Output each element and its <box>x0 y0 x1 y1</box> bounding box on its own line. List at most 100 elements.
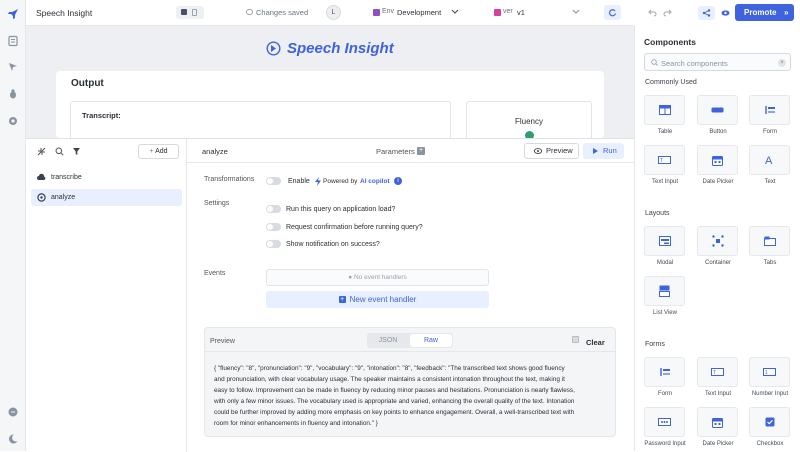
debugger-icon[interactable] <box>7 88 19 100</box>
svg-text:T: T <box>713 370 716 376</box>
query-list-sidebar: + Add transcribe analyze <box>26 139 187 452</box>
desktop-icon[interactable] <box>181 9 187 15</box>
fluency-card[interactable]: Fluency <box>466 101 592 141</box>
date-picker-icon <box>697 407 738 437</box>
undo-icon[interactable] <box>648 9 657 17</box>
forms-label: Forms <box>645 341 665 348</box>
redo-icon[interactable] <box>663 9 672 17</box>
query-name[interactable]: analyze <box>202 147 228 156</box>
component-label: Container <box>704 260 731 266</box>
openai-icon <box>37 193 46 202</box>
layouts-label: Layouts <box>645 210 670 217</box>
component-button[interactable]: Button <box>697 95 739 135</box>
promote-button[interactable]: Promote » <box>735 4 794 21</box>
app-name: Speech Insight <box>36 8 93 18</box>
env-value[interactable]: Development <box>397 8 441 17</box>
clear-icon[interactable] <box>572 336 579 343</box>
search-components-input[interactable]: Search components × <box>644 53 791 71</box>
sync-button[interactable] <box>604 5 621 20</box>
transcript-box[interactable]: Transcript: <box>70 101 451 141</box>
component-label: Date Picker <box>702 179 734 185</box>
component-list-view[interactable]: List View <box>644 276 686 316</box>
component-text-input[interactable]: T Text Input <box>644 145 686 185</box>
query-item-analyze[interactable]: analyze <box>31 189 182 206</box>
settings-label: Settings <box>204 200 230 207</box>
button-icon <box>697 95 738 125</box>
component-container[interactable]: Container <box>697 226 739 266</box>
version-chevron-down-icon[interactable] <box>572 9 580 15</box>
component-form[interactable]: Form <box>749 95 791 135</box>
settings-gear-icon[interactable] <box>7 115 19 127</box>
theme-toggle-icon[interactable] <box>7 433 19 445</box>
events-label: Events <box>204 270 226 277</box>
chat-icon[interactable] <box>7 406 19 418</box>
env-chevron-down-icon[interactable] <box>451 9 459 15</box>
search-placeholder: Search components <box>661 59 728 68</box>
event-handlers-box: ● No event handlers <box>266 269 489 286</box>
add-label: Add <box>155 148 168 155</box>
promote-label: Promote <box>744 8 777 17</box>
powered-by-label: Powered by <box>323 178 358 185</box>
filter-icon[interactable] <box>72 147 81 156</box>
component-date-picker[interactable]: Date Picker <box>697 407 739 447</box>
preview-tabs: JSON Raw <box>367 333 453 348</box>
share-button[interactable] <box>698 6 715 20</box>
confirmation-label: Request confirmation before running quer… <box>286 224 423 231</box>
run-on-load-toggle[interactable] <box>266 205 281 213</box>
component-date-picker[interactable]: Date Picker <box>697 145 739 185</box>
canvas-app-title: Speech Insight <box>287 39 394 57</box>
transformations-label: Transformations <box>204 176 255 183</box>
pages-icon[interactable] <box>7 35 19 47</box>
component-label: Form <box>658 391 672 397</box>
preview-button-label: Preview <box>546 146 573 155</box>
preview-line: could be further improved by adding more… <box>214 409 575 416</box>
component-password-input[interactable]: Password Input <box>644 407 686 447</box>
search-icon[interactable] <box>55 147 64 156</box>
component-tabs[interactable]: Tabs <box>749 226 791 266</box>
sync-icon <box>609 9 617 17</box>
collapse-icon[interactable] <box>37 147 46 156</box>
enable-label: Enable <box>288 178 310 185</box>
avatar[interactable]: L <box>326 5 341 20</box>
tab-json[interactable]: JSON <box>367 337 409 344</box>
component-modal[interactable]: Modal <box>644 226 686 266</box>
run-button[interactable]: Run <box>583 143 624 159</box>
preview-eye-icon[interactable] <box>721 9 730 17</box>
rocket-icon[interactable] <box>7 8 19 20</box>
components-title: Components <box>644 37 696 47</box>
version-value[interactable]: v1 <box>517 8 525 17</box>
component-number-input[interactable]: 1 Number Input <box>749 357 791 397</box>
mobile-icon[interactable] <box>192 9 197 16</box>
tab-raw[interactable]: Raw <box>410 334 452 347</box>
add-query-button[interactable]: + Add <box>138 144 179 159</box>
text-icon: A <box>749 145 790 175</box>
output-card[interactable]: Output Transcript: Fluency <box>56 71 604 141</box>
preview-line: { "fluency": "8", "pronunciation": "9", … <box>214 365 565 372</box>
component-checkbox[interactable]: Checkbox <box>749 407 791 447</box>
preview-section-label: Preview <box>210 338 235 345</box>
ai-copilot-link[interactable]: AI copilot <box>360 178 390 185</box>
info-icon[interactable]: i <box>394 177 402 185</box>
transformations-toggle[interactable] <box>266 177 281 185</box>
new-event-handler-button[interactable]: + New event handler <box>266 291 489 308</box>
env-icon <box>373 9 380 16</box>
query-item-transcribe[interactable]: transcribe <box>31 169 182 186</box>
notification-toggle[interactable] <box>266 240 281 248</box>
confirmation-toggle[interactable] <box>266 223 281 231</box>
app-canvas[interactable]: Speech Insight Output Transcript: Fluenc… <box>26 26 634 141</box>
inspector-icon[interactable] <box>7 61 19 73</box>
add-parameter-icon[interactable]: + <box>417 147 425 155</box>
clear-button[interactable]: Clear <box>586 338 605 347</box>
component-label: Form <box>763 129 777 135</box>
cloud-icon <box>37 173 46 180</box>
preview-panel: Preview JSON Raw Clear { "fluency": "8",… <box>204 327 616 437</box>
preview-button[interactable]: Preview <box>524 143 579 159</box>
run-on-load-label: Run this query on application load? <box>286 206 396 213</box>
component-text-input[interactable]: T Text Input <box>697 357 739 397</box>
component-form[interactable]: Form <box>644 357 686 397</box>
close-icon[interactable]: × <box>778 59 786 67</box>
checkbox-icon <box>749 407 790 437</box>
layout-toggle[interactable] <box>176 6 204 19</box>
component-text[interactable]: A Text <box>749 145 791 185</box>
component-table[interactable]: Table <box>644 95 686 135</box>
